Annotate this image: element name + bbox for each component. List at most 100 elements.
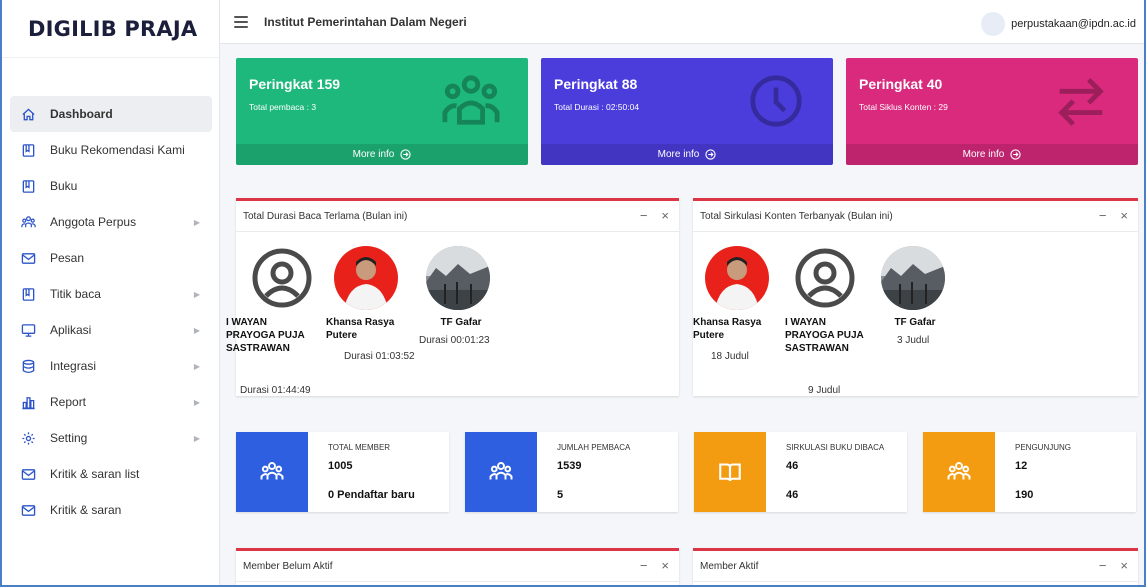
card-tools: − × [1099,558,1128,573]
card-title: Total Durasi Baca Terlama (Bulan ini) [243,210,408,222]
user-menu[interactable]: perpustakaan@ipdn.ac.id [981,12,1136,36]
sidebar-item-aplikasi[interactable]: Aplikasi ▶ [10,312,212,348]
close-icon[interactable]: × [661,558,669,573]
person-item[interactable] [250,246,314,310]
sidebar-item-kritik-saran-list[interactable]: Kritik & saran list [10,456,212,492]
info-box-jumlah-pembaca: JUMLAH PEMBACA 1539 5 [465,432,678,512]
mail-icon [20,466,36,482]
users-icon [236,432,308,512]
sidebar-item-label: Dashboard [50,107,113,121]
card-title: Total Sirkulasi Konten Terbanyak (Bulan … [700,210,893,222]
caret-right-icon: ▶ [193,325,200,335]
profile-photo [881,246,945,310]
info-subvalue: 46 [786,489,799,501]
minimize-icon[interactable]: − [640,558,648,573]
person-value: Durasi 00:01:23 [419,335,490,346]
person-name: TF Gafar [894,317,936,328]
info-subvalue: 190 [1015,489,1034,501]
info-box-total-member: TOTAL MEMBER 1005 0 Pendaftar baru [236,432,449,512]
card-member-belum-aktif: Member Belum Aktif − × [236,548,679,585]
info-value: 12 [1015,460,1028,472]
person-value: 18 Judul [711,351,749,362]
more-info-label: More info [962,149,1005,160]
book-icon [20,178,36,194]
sidebar-item-titik-baca[interactable]: Titik baca ▶ [10,276,212,312]
sidebar-item-pesan[interactable]: Pesan [10,240,212,276]
more-info-link[interactable]: More info [236,144,528,165]
minimize-icon[interactable]: − [640,208,648,223]
person-item[interactable] [426,246,490,310]
close-icon[interactable]: × [1120,558,1128,573]
person-item[interactable] [705,246,769,310]
book-open-icon [694,432,766,512]
person-item[interactable] [881,246,945,310]
minimize-icon[interactable]: − [1099,208,1107,223]
person-name: I WAYAN PRAYOGA PUJA SASTRAWAN [785,317,864,354]
info-label: PENGUNJUNG [1015,443,1072,452]
more-info-link[interactable]: More info [846,144,1138,165]
person-value: Durasi 01:44:49 [240,385,311,396]
sidebar-item-label: Setting [50,431,88,445]
sidebar-item-kritik-saran[interactable]: Kritik & saran [10,492,212,528]
more-info-label: More info [352,149,395,160]
card-durasi-baca: Total Durasi Baca Terlama (Bulan ini) − … [226,198,679,396]
person-item[interactable] [334,246,398,310]
sidebar-item-label: Anggota Perpus [50,215,137,229]
profile-photo [334,246,398,310]
more-info-link[interactable]: More info [541,144,833,165]
sidebar-item-report[interactable]: Report ▶ [10,384,212,420]
sidebar-nav: Dashboard Buku Rekomendasi Kami Buku Ang… [10,96,212,528]
minimize-icon[interactable]: − [1099,558,1107,573]
close-icon[interactable]: × [661,208,669,223]
app-frame: DIGILIB PRAJA Dashboard Buku Rekomendasi… [0,0,1146,587]
caret-right-icon: ▶ [193,433,200,443]
sidebar-item-label: Buku Rekomendasi Kami [50,143,185,157]
avatar [981,12,1006,36]
card-header: Total Sirkulasi Konten Terbanyak (Bulan … [693,201,1138,232]
brand-logo[interactable]: DIGILIB PRAJA [2,0,219,58]
more-info-label: More info [657,149,700,160]
close-icon[interactable]: × [1120,208,1128,223]
sidebar-item-setting[interactable]: Setting ▶ [10,420,212,456]
gear-icon [20,430,36,446]
card-sirkulasi-konten: Total Sirkulasi Konten Terbanyak (Bulan … [693,198,1138,396]
mail-icon [20,502,36,518]
stat-subtitle: Total pembaca : 3 [249,102,317,112]
person-name: TF Gafar [440,317,482,328]
arrow-circle-right-icon [1010,149,1021,160]
info-box-sirkulasi-buku: SIRKULASI BUKU DIBACA 46 46 [694,432,907,512]
card-title: Member Aktif [700,560,759,572]
sidebar-item-label: Kritik & saran list [50,467,140,481]
sidebar-item-anggota-perpus[interactable]: Anggota Perpus ▶ [10,204,212,240]
person-name: Khansa Rasya Putere [326,317,395,341]
users-icon [20,214,36,230]
card-tools: − × [640,558,669,573]
info-label: SIRKULASI BUKU DIBACA [786,443,885,452]
institution-name: Institut Pemerintahan Dalam Negeri [264,14,467,29]
home-icon [20,106,36,122]
card-member-aktif: Member Aktif − × [693,548,1138,585]
default-avatar-icon [250,246,314,310]
sidebar-item-label: Kritik & saran [50,503,122,517]
sidebar-item-integrasi[interactable]: Integrasi ▶ [10,348,212,384]
info-box-pengunjung: PENGUNJUNG 12 190 [923,432,1136,512]
info-subvalue: 0 Pendaftar baru [328,489,415,501]
card-title: Member Belum Aktif [243,560,333,572]
sidebar-item-label: Buku [50,179,78,193]
sidebar-item-dashboard[interactable]: Dashboard [10,96,212,132]
arrow-circle-right-icon [400,149,411,160]
person-item[interactable] [793,246,857,310]
exchange-icon [1058,78,1104,126]
profile-photo [426,246,490,310]
card-header: Total Durasi Baca Terlama (Bulan ini) − … [236,201,679,232]
database-icon [20,358,36,374]
monitor-icon [20,322,36,338]
book-icon [20,286,36,302]
sidebar-item-buku[interactable]: Buku [10,168,212,204]
sidebar-item-label: Report [50,395,87,409]
stat-box-durasi: Peringkat 88 Total Durasi : 02:50:04 Mor… [541,58,833,165]
sidebar: DIGILIB PRAJA Dashboard Buku Rekomendasi… [2,0,220,585]
hamburger-menu-icon[interactable] [234,15,248,28]
stat-box-siklus: Peringkat 40 Total Siklus Konten : 29 Mo… [846,58,1138,165]
sidebar-item-buku-rekomendasi[interactable]: Buku Rekomendasi Kami [10,132,212,168]
